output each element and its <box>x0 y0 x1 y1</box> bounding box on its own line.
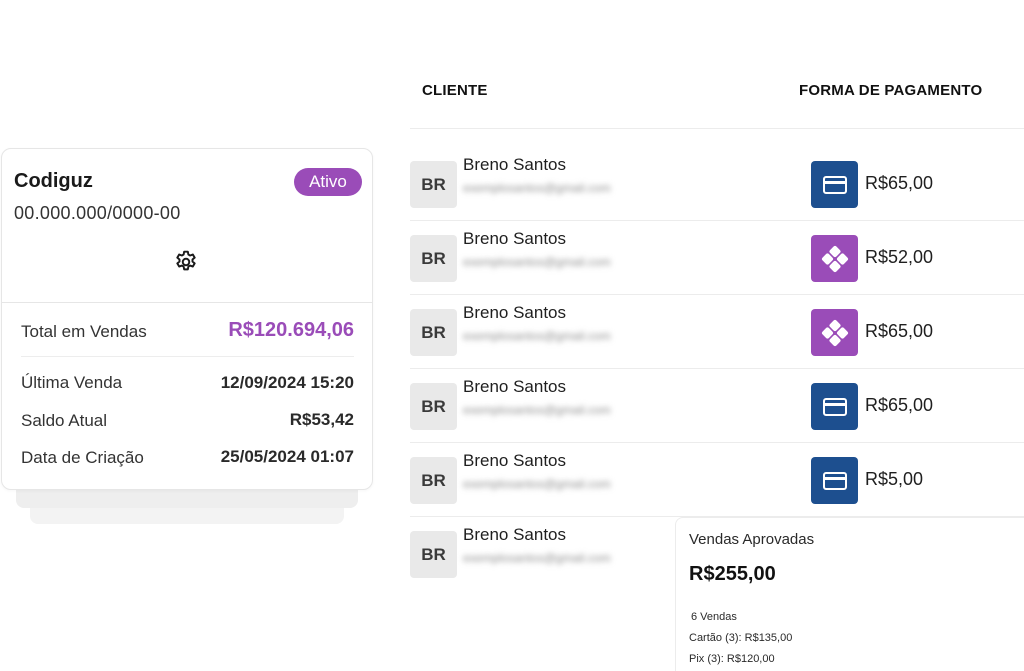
client-name: Breno Santos <box>463 155 567 174</box>
avatar: BR <box>410 457 457 504</box>
client-name: Breno Santos <box>463 303 567 322</box>
header-divider <box>410 128 1024 129</box>
stat-divider <box>21 356 354 357</box>
payment-amount: R$65,00 <box>865 173 934 193</box>
table-row[interactable]: BR Breno Santos exemplosantos@gmail.com … <box>410 147 1024 221</box>
created-value: 25/05/2024 01:07 <box>220 447 354 466</box>
card-divider <box>2 302 372 303</box>
column-header-client: CLIENTE <box>422 82 488 99</box>
store-name: Codiguz <box>14 170 93 192</box>
balance-label: Saldo Atual <box>21 411 108 430</box>
avatar: BR <box>410 309 457 356</box>
client-name: Breno Santos <box>463 525 567 544</box>
summary-count: 6 Vendas <box>691 611 737 623</box>
created-label: Data de Criação <box>21 448 144 467</box>
status-badge: Ativo <box>294 168 362 196</box>
client-name: Breno Santos <box>463 377 567 396</box>
payment-amount: R$65,00 <box>865 321 934 341</box>
table-row[interactable]: BR Breno Santos exemplosantos@gmail.com … <box>410 369 1024 443</box>
total-sales-value: R$120.694,06 <box>228 319 354 341</box>
summary-title: Vendas Aprovadas <box>689 531 815 548</box>
client-email: exemplosantos@gmail.com <box>463 551 611 565</box>
avatar: BR <box>410 161 457 208</box>
last-sale-value: 12/09/2024 15:20 <box>220 373 354 392</box>
store-document: 00.000.000/0000-00 <box>14 203 181 223</box>
total-sales-label: Total em Vendas <box>21 322 147 341</box>
client-email: exemplosantos@gmail.com <box>463 477 611 491</box>
pix-icon <box>811 235 858 282</box>
table-row[interactable]: BR Breno Santos exemplosantos@gmail.com … <box>410 221 1024 295</box>
balance-value: R$53,42 <box>289 410 354 429</box>
client-email: exemplosantos@gmail.com <box>463 181 611 195</box>
last-sale-label: Última Venda <box>21 373 123 392</box>
gear-icon[interactable] <box>173 249 199 275</box>
summary-card-line: Cartão (3): R$135,00 <box>689 632 793 644</box>
payment-amount: R$5,00 <box>865 469 924 489</box>
summary-total: R$255,00 <box>689 563 776 585</box>
payment-amount: R$65,00 <box>865 395 934 415</box>
pix-icon <box>811 309 858 356</box>
avatar: BR <box>410 531 457 578</box>
client-email: exemplosantos@gmail.com <box>463 255 611 269</box>
payment-amount: R$52,00 <box>865 247 934 267</box>
client-email: exemplosantos@gmail.com <box>463 403 611 417</box>
avatar: BR <box>410 235 457 282</box>
approved-sales-summary: Vendas Aprovadas R$255,00 6 Vendas Cartã… <box>675 517 1024 671</box>
table-row[interactable]: BR Breno Santos exemplosantos@gmail.com … <box>410 443 1024 517</box>
credit-card-icon <box>811 161 858 208</box>
summary-pix-line: Pix (3): R$120,00 <box>689 653 775 665</box>
client-name: Breno Santos <box>463 229 567 248</box>
credit-card-icon <box>811 383 858 430</box>
column-header-payment: FORMA DE PAGAMENTO <box>799 82 983 99</box>
avatar: BR <box>410 383 457 430</box>
client-email: exemplosantos@gmail.com <box>463 329 611 343</box>
store-card: Codiguz Ativo 00.000.000/0000-00 Total e… <box>1 148 373 490</box>
credit-card-icon <box>811 457 858 504</box>
client-name: Breno Santos <box>463 451 567 470</box>
table-row[interactable]: BR Breno Santos exemplosantos@gmail.com … <box>410 295 1024 369</box>
